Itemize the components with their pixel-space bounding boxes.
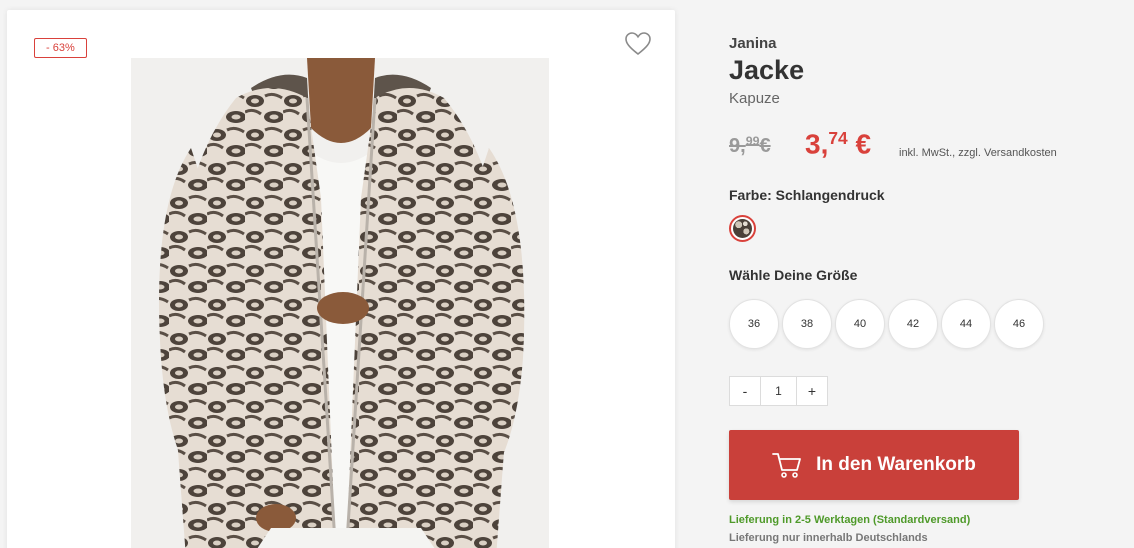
heart-icon[interactable] [624,30,652,58]
old-price-currency: € [759,134,771,157]
cart-icon [772,453,802,478]
quantity-input[interactable] [760,377,797,405]
discount-badge: - 63% [34,38,87,58]
size-option[interactable]: 46 [994,299,1044,349]
size-option[interactable]: 44 [941,299,991,349]
quantity-stepper: - + [729,376,828,406]
size-option[interactable]: 42 [888,299,938,349]
product-image[interactable] [131,58,549,548]
color-swatch-schlangendruck[interactable] [729,215,756,242]
delivery-region-note: Lieferung nur innerhalb Deutschlands [729,532,928,544]
size-option[interactable]: 40 [835,299,885,349]
size-option[interactable]: 36 [729,299,779,349]
sale-price-cents: 74 [828,128,848,148]
add-to-cart-label: In den Warenkorb [816,454,976,475]
sale-price: 3,74 € [805,128,871,161]
product-title: Jacke [729,55,805,85]
color-label: Farbe: Schlangendruck [729,187,885,203]
old-price: 9,99€ [729,134,771,158]
product-gallery: - 63% [7,10,675,548]
add-to-cart-button[interactable]: In den Warenkorb [729,430,1019,500]
size-option[interactable]: 38 [782,299,832,349]
old-price-main: 9, [729,134,746,157]
delivery-time: Lieferung in 2-5 Werktagen (Standardvers… [729,514,971,526]
old-price-cents: 99 [745,134,760,148]
product-subtitle: Kapuze [729,90,780,107]
quantity-decrease-button[interactable]: - [730,377,760,405]
snake-pattern-swatch [733,219,752,238]
brand-name[interactable]: Janina [729,35,777,52]
size-label: Wähle Deine Größe [729,267,858,283]
sale-price-currency: € [847,128,872,160]
sale-price-main: 3, [805,128,829,160]
size-selector: 36 38 40 42 44 46 [729,299,1047,349]
tax-note[interactable]: inkl. MwSt., zzgl. Versandkosten [899,147,1057,159]
quantity-increase-button[interactable]: + [797,377,827,405]
